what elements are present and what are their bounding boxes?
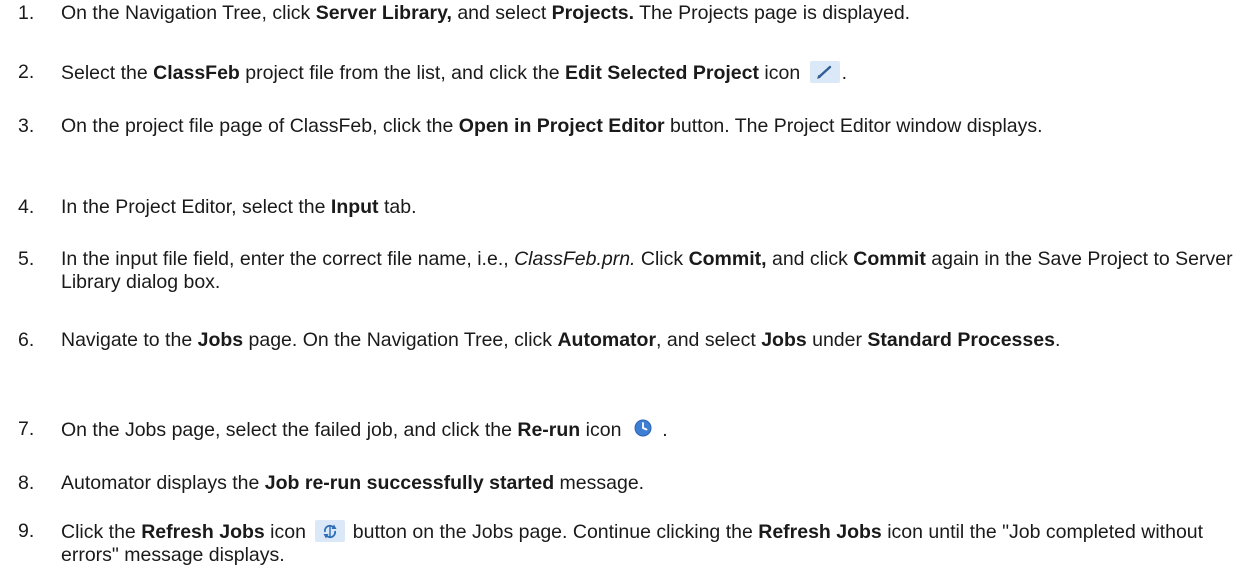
text-run: On the Navigation Tree, click [61,2,316,24]
bold-term: Input [330,196,379,218]
bold-term: Refresh Jobs [141,521,265,543]
text-run: icon [580,419,627,441]
bold-term: Open in Project Editor [458,115,665,137]
text-run: icon [264,521,312,543]
step-number: 3. [18,115,35,137]
text-run: Click the [61,521,142,543]
text-run: Select the [61,62,154,84]
text-run: , and select [656,329,762,351]
bold-term: Re-run [517,419,581,441]
step-number: 4. [18,196,35,218]
text-run: Click [635,248,689,270]
text-run: . [1054,329,1061,351]
step-number: 2. [18,61,35,83]
text-run: . [656,419,668,441]
bold-term: Jobs [761,329,807,351]
bold-term: Edit Selected Project [564,62,759,84]
bold-term: Refresh Jobs [758,521,882,543]
bold-term: Projects. [551,2,635,24]
text-run: page. On the Navigation Tree, click [243,329,558,351]
pencil-icon [809,61,840,83]
step-text: Click the Refresh Jobs icon button on th… [61,520,1249,567]
bold-term: Standard Processes [867,329,1055,351]
text-run: In the Project Editor, select the [61,196,331,218]
text-run: In the input file field, enter the corre… [61,248,515,270]
step-text: Navigate to the Jobs page. On the Naviga… [61,329,1249,352]
text-run: button on the Jobs page. Continue clicki… [347,521,759,543]
bold-term: ClassFeb [153,62,240,84]
text-run: and click [766,248,854,270]
text-run: Automator displays the [61,472,265,494]
refresh-icon [315,520,346,542]
step-number: 5. [18,248,35,270]
step-text: In the Project Editor, select the Input … [61,196,1249,219]
bold-term: Commit, [688,248,767,270]
bold-term: Job re-run successfully started [264,472,555,494]
bold-term: Commit [853,248,926,270]
italic-term: ClassFeb.prn. [514,248,636,270]
text-run: and select [451,2,552,24]
step-number: 6. [18,329,35,351]
text-run: On the project file page of ClassFeb, cl… [61,115,459,137]
step-number: 7. [18,418,35,440]
text-run: message. [554,472,645,494]
bold-term: Jobs [197,329,244,351]
step-text: On the project file page of ClassFeb, cl… [61,115,1249,138]
bold-term: Server Library, [315,2,452,24]
text-run: under [806,329,868,351]
step-number: 1. [18,2,35,24]
step-text: In the input file field, enter the corre… [61,248,1249,294]
clock-icon [631,418,655,440]
step-number: 9. [18,520,35,542]
text-run: button. The Project Editor window displa… [664,115,1043,137]
text-run: The Projects page is displayed. [634,2,911,24]
text-run: project file from the list, and click th… [239,62,565,84]
step-text: On the Navigation Tree, click Server Lib… [61,2,1249,25]
step-text: On the Jobs page, select the failed job,… [61,418,1249,442]
step-text: Select the ClassFeb project file from th… [61,61,1249,85]
step-number: 8. [18,472,35,494]
text-run: . [841,62,847,84]
bold-term: Automator [557,329,657,351]
text-run: Navigate to the [61,329,198,351]
text-run: On the Jobs page, select the failed job,… [61,419,518,441]
step-text: Automator displays the Job re-run succes… [61,472,1249,495]
text-run: icon [758,62,806,84]
text-run: tab. [378,196,417,218]
